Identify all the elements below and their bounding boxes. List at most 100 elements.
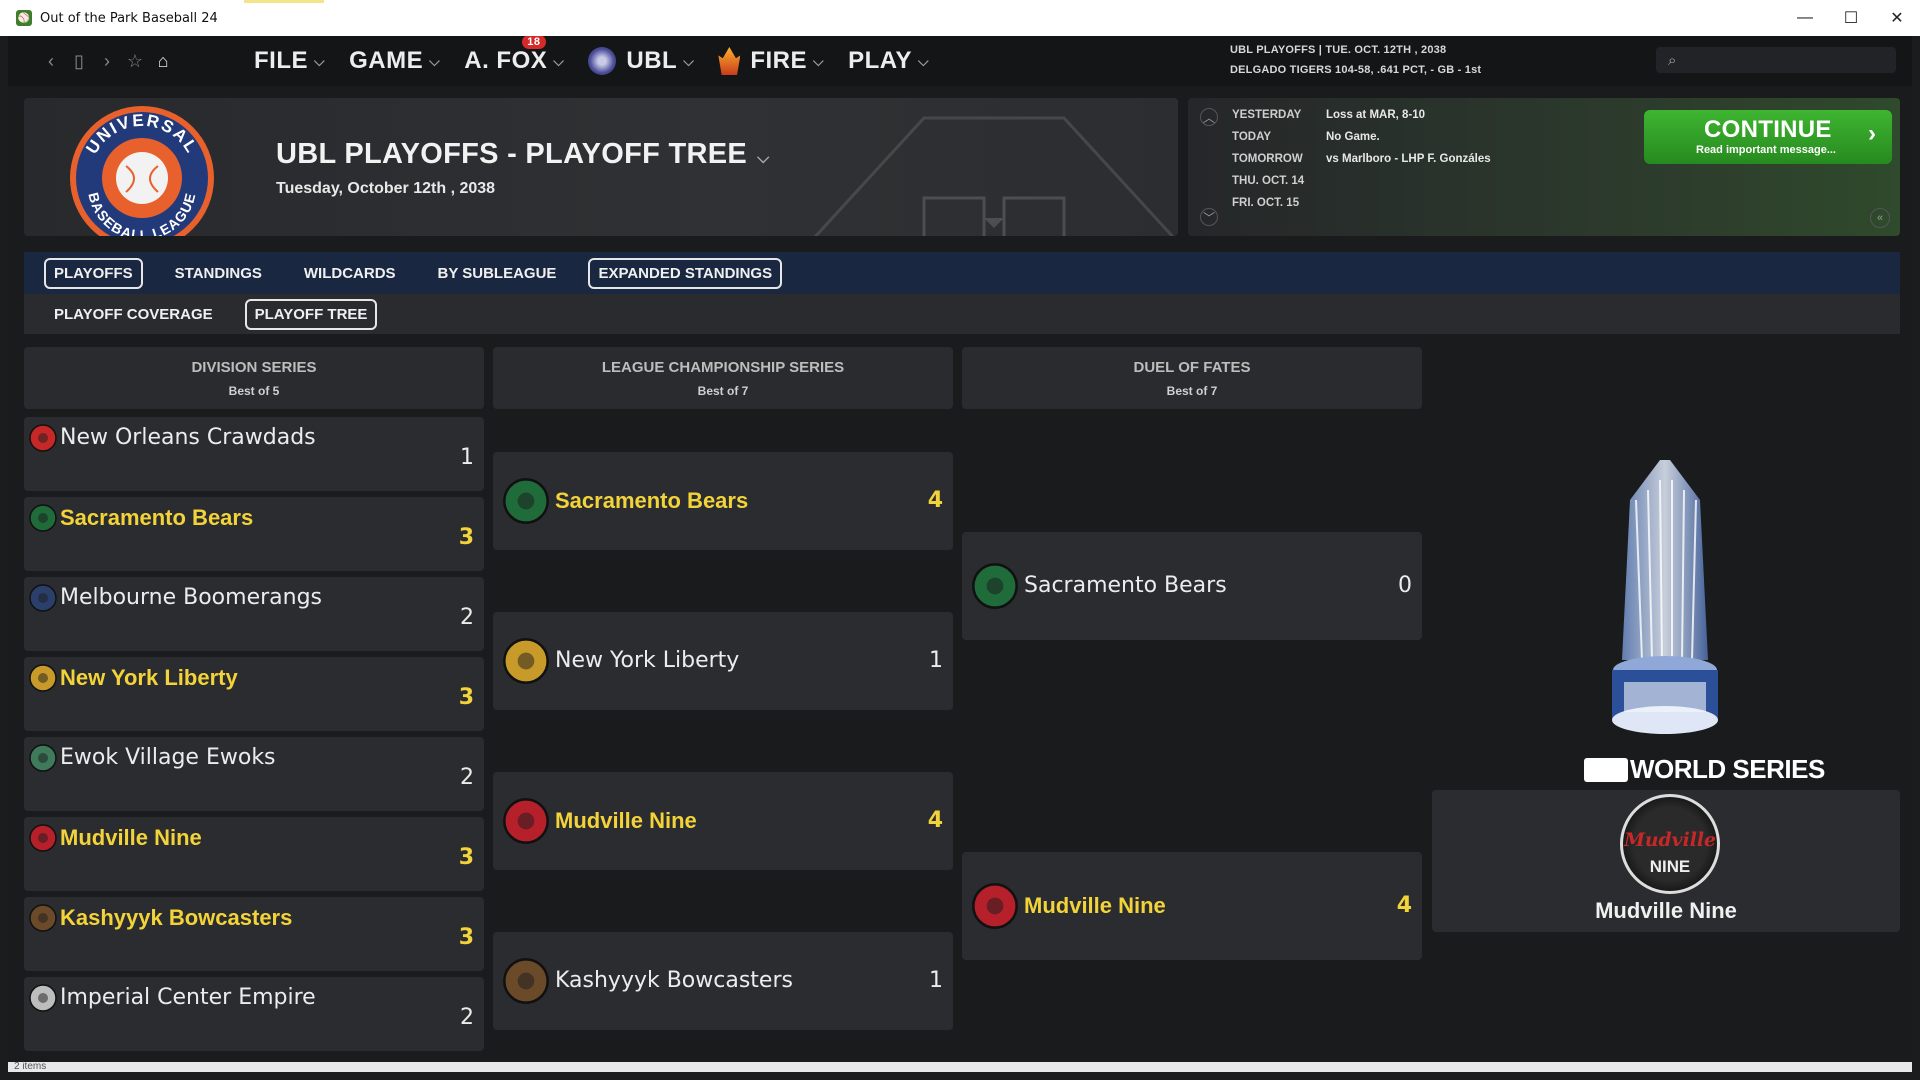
team-logo-icon: [503, 798, 549, 844]
menu-file[interactable]: FILE ⌵: [254, 47, 325, 75]
tab-expanded-standings[interactable]: EXPANDED STANDINGS: [588, 257, 783, 289]
division-series-team-box[interactable]: Ewok Village Ewoks 2: [24, 737, 484, 811]
series-score: 3: [458, 525, 474, 550]
forward-arrow-icon[interactable]: ›: [98, 51, 116, 72]
window-titlebar: ⚾ Out of the Park Baseball 24 — ☐ ✕: [0, 0, 1920, 36]
menu-league[interactable]: UBL ⌵: [588, 47, 694, 75]
status-line-date: UBL PLAYOFFS | TUE. OCT. 12TH , 2038: [1230, 44, 1447, 56]
page-title-text: UBL PLAYOFFS - PLAYOFF TREE: [276, 138, 748, 170]
primary-tabs: PLAYOFFS STANDINGS WILDCARDS BY SUBLEAGU…: [24, 252, 1900, 294]
division-series-team-box[interactable]: New Orleans Crawdads 1: [24, 417, 484, 491]
schedule-up-icon[interactable]: ︿: [1200, 108, 1218, 126]
division-series-team-box[interactable]: Sacramento Bears 3: [24, 497, 484, 571]
maximize-button[interactable]: ☐: [1828, 0, 1874, 36]
schedule-label: YESTERDAY: [1232, 109, 1302, 121]
chevron-down-icon: ⌵: [813, 52, 825, 69]
column-subtitle: Best of 7: [697, 384, 749, 398]
team-logo-icon: [29, 744, 57, 772]
column-subtitle: Best of 5: [228, 384, 280, 398]
titlebar-accent: [244, 0, 324, 3]
team-name[interactable]: Sacramento Bears: [1024, 573, 1227, 598]
tab-wildcards[interactable]: WILDCARDS: [294, 258, 406, 289]
schedule-label: FRI. OCT. 15: [1232, 197, 1300, 209]
division-series-team-box[interactable]: Melbourne Boomerangs 2: [24, 577, 484, 651]
division-series-team-box[interactable]: Kashyyyk Bowcasters 3: [24, 897, 484, 971]
champion-box[interactable]: Mudville NINE Mudville Nine: [1432, 790, 1900, 932]
menu-team-label: FIRE: [750, 47, 808, 74]
minimize-button[interactable]: —: [1782, 0, 1828, 36]
page-header: UNIVERSAL BASEBALL LEAGUE UBL PLAYOFFS -…: [24, 98, 1178, 236]
schedule-down-icon[interactable]: ﹀: [1200, 208, 1218, 226]
schedule-label: TOMORROW: [1232, 153, 1303, 165]
world-series-logo: WORLD SERIES: [1584, 754, 1825, 785]
finals-team-box[interactable]: Mudville Nine 4: [962, 852, 1422, 960]
mlb-logo-icon: [1584, 757, 1628, 782]
team-name[interactable]: New York Liberty: [555, 648, 739, 673]
back-arrow-icon[interactable]: ‹: [42, 51, 60, 72]
tab-playoff-tree[interactable]: PLAYOFF TREE: [244, 298, 378, 330]
column-title: DIVISION SERIES: [191, 359, 317, 376]
team-name[interactable]: New York Liberty: [60, 665, 238, 691]
team-logo-icon: [29, 904, 57, 932]
secondary-tabs: PLAYOFF COVERAGE PLAYOFF TREE: [24, 294, 1900, 334]
tab-by-subleague[interactable]: BY SUBLEAGUE: [428, 258, 567, 289]
team-name[interactable]: Kashyyyk Bowcasters: [60, 905, 292, 931]
page-date: Tuesday, October 12th , 2038: [276, 180, 496, 197]
menu-play-label: PLAY: [848, 47, 912, 74]
lcs-team-box[interactable]: New York Liberty 1: [493, 612, 953, 710]
page-icon[interactable]: ▯: [70, 51, 88, 72]
finals-team-box[interactable]: Sacramento Bears 0: [962, 532, 1422, 640]
team-name[interactable]: Imperial Center Empire: [60, 985, 316, 1010]
column-head-duel-of-fates: DUEL OF FATES Best of 7: [962, 347, 1422, 409]
tab-playoff-coverage[interactable]: PLAYOFF COVERAGE: [44, 299, 223, 330]
star-icon[interactable]: ☆: [126, 51, 144, 72]
status-line-team: DELGADO TIGERS 104-58, .641 PCT, - GB - …: [1230, 64, 1482, 76]
team-name[interactable]: Mudville Nine: [1024, 893, 1166, 919]
lcs-team-box[interactable]: Mudville Nine 4: [493, 772, 953, 870]
series-score: 2: [460, 765, 474, 790]
page-title[interactable]: UBL PLAYOFFS - PLAYOFF TREE ⌵: [276, 138, 770, 171]
menu-game[interactable]: GAME ⌵: [349, 47, 440, 75]
team-name[interactable]: Mudville Nine: [60, 825, 202, 851]
search-input[interactable]: [1684, 52, 1875, 68]
lcs-team-box[interactable]: Kashyyyk Bowcasters 1: [493, 932, 953, 1030]
division-series-team-box[interactable]: New York Liberty 3: [24, 657, 484, 731]
continue-label: CONTINUE: [1704, 116, 1832, 143]
continue-button[interactable]: CONTINUE Read important message... ›: [1644, 110, 1892, 164]
team-name[interactable]: Ewok Village Ewoks: [60, 745, 276, 770]
schedule-panel: ︿ ﹀ YESTERDAY Loss at MAR, 8-10 TODAY No G…: [1188, 98, 1900, 236]
tab-standings[interactable]: STANDINGS: [165, 258, 272, 289]
column-title: LEAGUE CHAMPIONSHIP SERIES: [601, 359, 845, 376]
menu-team[interactable]: FIRE ⌵: [718, 47, 824, 75]
team-name[interactable]: Kashyyyk Bowcasters: [555, 968, 793, 993]
home-icon[interactable]: ⌂: [154, 51, 172, 72]
team-name[interactable]: Mudville Nine: [555, 808, 697, 834]
world-series-trophy: [1612, 460, 1718, 734]
team-name[interactable]: Sacramento Bears: [555, 488, 748, 514]
team-logo-icon: [29, 984, 57, 1012]
close-button[interactable]: ✕: [1874, 0, 1920, 36]
schedule-value[interactable]: vs Marlboro - LHP F. Gonzáles: [1326, 148, 1491, 170]
lcs-team-box[interactable]: Sacramento Bears 4: [493, 452, 953, 550]
schedule-value[interactable]: Loss at MAR, 8-10: [1326, 104, 1425, 126]
schedule-row: THU. OCT. 14: [1232, 170, 1491, 192]
team-logo-icon: [972, 883, 1018, 929]
tab-playoffs[interactable]: PLAYOFFS: [44, 257, 143, 289]
menu-play[interactable]: PLAY ⌵: [848, 47, 929, 75]
team-name[interactable]: New Orleans Crawdads: [60, 425, 316, 450]
series-score: 1: [460, 445, 474, 470]
window-title: Out of the Park Baseball 24: [40, 10, 218, 26]
ubl-logo: UNIVERSAL BASEBALL LEAGUE: [70, 106, 214, 236]
collapse-icon[interactable]: «: [1870, 208, 1890, 228]
chevron-down-icon: ⌵: [683, 52, 695, 69]
app-window: ‹ ▯ › ☆ ⌂ FILE ⌵ GAME ⌵ A. FOX 18 ⌵ UBL ⌵: [8, 36, 1912, 1072]
menu-manager[interactable]: A. FOX 18 ⌵: [464, 36, 564, 75]
team-name[interactable]: Melbourne Boomerangs: [60, 585, 322, 610]
team-name[interactable]: Sacramento Bears: [60, 505, 253, 531]
world-series-label: WORLD SERIES: [1630, 754, 1825, 784]
team-logo-icon: [503, 478, 549, 524]
division-series-team-box[interactable]: Mudville Nine 3: [24, 817, 484, 891]
division-series-team-box[interactable]: Imperial Center Empire 2: [24, 977, 484, 1051]
chevron-down-icon: ⌵: [757, 150, 770, 167]
search-box[interactable]: ⌕: [1656, 47, 1896, 73]
